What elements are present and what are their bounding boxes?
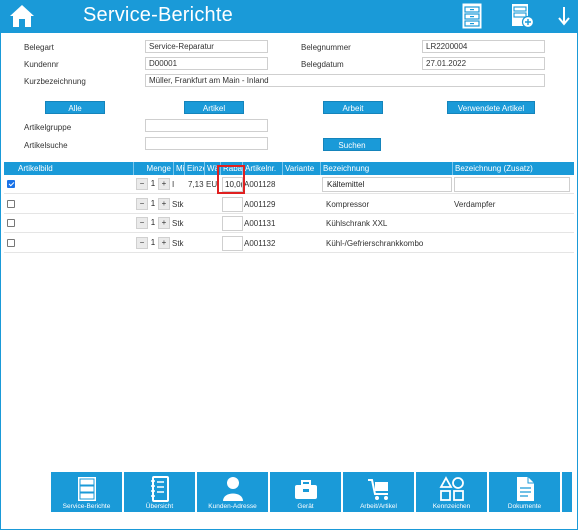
quantity-minus-button[interactable]: − <box>136 197 148 210</box>
quantity-minus-button[interactable]: − <box>136 236 148 249</box>
notebook-icon <box>150 476 169 502</box>
kundennr-field[interactable]: D00001 <box>145 57 268 70</box>
artikelnr-cell: A001132 <box>244 238 276 248</box>
shapes-icon <box>438 476 464 501</box>
add-document-icon[interactable] <box>510 3 535 29</box>
toolbar-kennzeichen-label: Kennzeichen <box>432 503 471 510</box>
toolbar-kunden-adresse-button[interactable]: Kunden-Adresse <box>197 472 268 512</box>
belegdatum-label: Belegdatum <box>301 60 344 69</box>
artikelnr-cell: A001128 <box>244 180 276 189</box>
quantity-value[interactable]: 1 <box>149 237 157 249</box>
filter-arbeit-button[interactable]: Arbeit <box>323 101 383 114</box>
quantity-plus-button[interactable]: + <box>158 236 170 249</box>
einheit-cell: Stk <box>172 199 184 209</box>
artikelgruppe-label: Artikelgruppe <box>24 123 72 132</box>
row-checkbox[interactable] <box>7 199 15 208</box>
row-checkbox[interactable] <box>7 180 15 188</box>
filter-verwendete-artikel-button[interactable]: Verwendete Artikel <box>447 101 535 114</box>
suchen-button[interactable]: Suchen <box>323 138 381 151</box>
belegdatum-field[interactable]: 27.01.2022 <box>422 57 545 70</box>
col-menge[interactable]: Menge <box>134 162 174 175</box>
kurzbezeichnung-label: Kurzbezeichnung <box>24 77 86 86</box>
quantity-value[interactable]: 1 <box>149 198 157 210</box>
toolbar-uebersicht-button[interactable]: Übersicht <box>124 472 195 512</box>
col-mengeneinheit[interactable]: Mi <box>174 162 185 175</box>
quantity-plus-button[interactable]: + <box>158 217 170 229</box>
page-title: Service-Berichte <box>83 4 233 26</box>
table-row[interactable]: −1 + I 7,13 EU 10,0(A001128 Kältemittel <box>4 175 574 194</box>
artikelsuche-input[interactable] <box>145 137 268 150</box>
person-icon <box>222 477 243 501</box>
table-row[interactable]: −1 + Stk A001129 Kompressor Verdampfer <box>4 195 574 214</box>
list-document-icon[interactable] <box>460 3 484 29</box>
toolbar-geraet-button[interactable]: Gerät <box>270 472 341 512</box>
toolbar-dokumente-button[interactable]: Dokumente <box>489 472 560 512</box>
col-einzelpreis[interactable]: Einze <box>185 162 205 175</box>
toolbar-geraet-label: Gerät <box>297 503 314 510</box>
preis-cell[interactable]: 7,13 <box>188 178 206 191</box>
belegart-label: Belegart <box>24 43 54 52</box>
bezeichnung-cell: Kühlschrank XXL <box>326 219 388 228</box>
toolbar-service-berichte-label: Service-Berichte <box>62 503 111 510</box>
einheit-cell: I <box>172 180 175 189</box>
quantity-value[interactable]: 1 <box>149 217 157 229</box>
bezeichnung-cell: Kompressor <box>326 199 370 209</box>
quantity-plus-button[interactable]: + <box>158 197 170 210</box>
rabatt-input[interactable] <box>222 196 243 212</box>
toolbar-service-berichte-button[interactable]: Service-Berichte <box>51 472 122 512</box>
filter-artikel-button[interactable]: Artikel <box>184 101 244 114</box>
toolbar-kennzeichen-button[interactable]: Kennzeichen <box>416 472 487 512</box>
col-artikelbild[interactable]: Artikelbild <box>4 162 134 175</box>
toolbar-dokumente-label: Dokumente <box>507 503 542 510</box>
header-bar: Service-Berichte <box>0 0 578 33</box>
belegart-field[interactable]: Service-Reparatur <box>145 40 268 53</box>
bezeichnung-cell: Kühl-/Gefrierschrankkombo <box>326 238 424 248</box>
table-row[interactable]: −1 + Stk A001132 Kühl-/Gefrierschrankkombo <box>4 234 574 253</box>
bezeichnung-zusatz-cell: Verdampfer <box>454 199 496 209</box>
artikelnr-cell: A001129 <box>244 199 276 209</box>
quantity-plus-button[interactable]: + <box>158 178 170 190</box>
cabinet-icon <box>77 477 96 501</box>
table-row[interactable]: −1 + Stk A001131 Kühlschrank XXL <box>4 214 574 233</box>
bezeichnung-input[interactable]: Kältemittel <box>322 177 452 192</box>
col-artikelnr[interactable]: Artikelnr. <box>243 162 283 175</box>
einheit-cell: Stk <box>172 219 184 228</box>
artikelgruppe-field[interactable] <box>145 119 268 132</box>
arrow-down-icon[interactable] <box>555 4 573 28</box>
bezeichnung-zusatz-input[interactable] <box>454 177 570 192</box>
rabatt-input[interactable] <box>222 216 243 231</box>
kurzbezeichnung-field[interactable]: Müller, Frankfurt am Main - Inland <box>145 74 545 87</box>
rabatt-highlight-box <box>217 165 245 194</box>
quantity-value[interactable]: 1 <box>149 178 157 190</box>
home-icon[interactable] <box>8 3 36 29</box>
document-icon <box>516 477 534 501</box>
toolbox-icon <box>294 480 317 499</box>
belegnummer-field[interactable]: LR2200004 <box>422 40 545 53</box>
toolbar-arbeit-artikel-label: Arbeit/Artikel <box>360 503 397 510</box>
artikelnr-cell: A001131 <box>244 219 276 228</box>
quantity-minus-button[interactable]: − <box>136 217 148 229</box>
quantity-minus-button[interactable]: − <box>136 178 148 190</box>
table-header: Artikelbild Menge Mi Einze Wä Raba Artik… <box>4 162 574 175</box>
col-bezeichnung[interactable]: Bezeichnung <box>321 162 453 175</box>
toolbar-kunden-adresse-label: Kunden-Adresse <box>208 503 257 510</box>
artikelsuche-label: Artikelsuche <box>24 141 68 150</box>
col-variante[interactable]: Variante <box>283 162 321 175</box>
row-checkbox[interactable] <box>7 238 15 247</box>
toolbar-arbeit-artikel-button[interactable]: Arbeit/Artikel <box>343 472 414 512</box>
belegnummer-label: Belegnummer <box>301 43 351 52</box>
toolbar-overflow-button[interactable] <box>562 472 572 512</box>
kundennr-label: Kundennr <box>24 60 59 69</box>
toolbar-uebersicht-label: Übersicht <box>145 503 174 510</box>
rabatt-input[interactable] <box>222 235 243 251</box>
row-checkbox[interactable] <box>7 219 15 227</box>
einheit-cell: Stk <box>172 238 184 248</box>
filter-alle-button[interactable]: Alle <box>45 101 105 114</box>
col-bezeichnung-zusatz[interactable]: Bezeichnung (Zusatz) <box>453 162 574 175</box>
cart-icon <box>367 479 388 500</box>
